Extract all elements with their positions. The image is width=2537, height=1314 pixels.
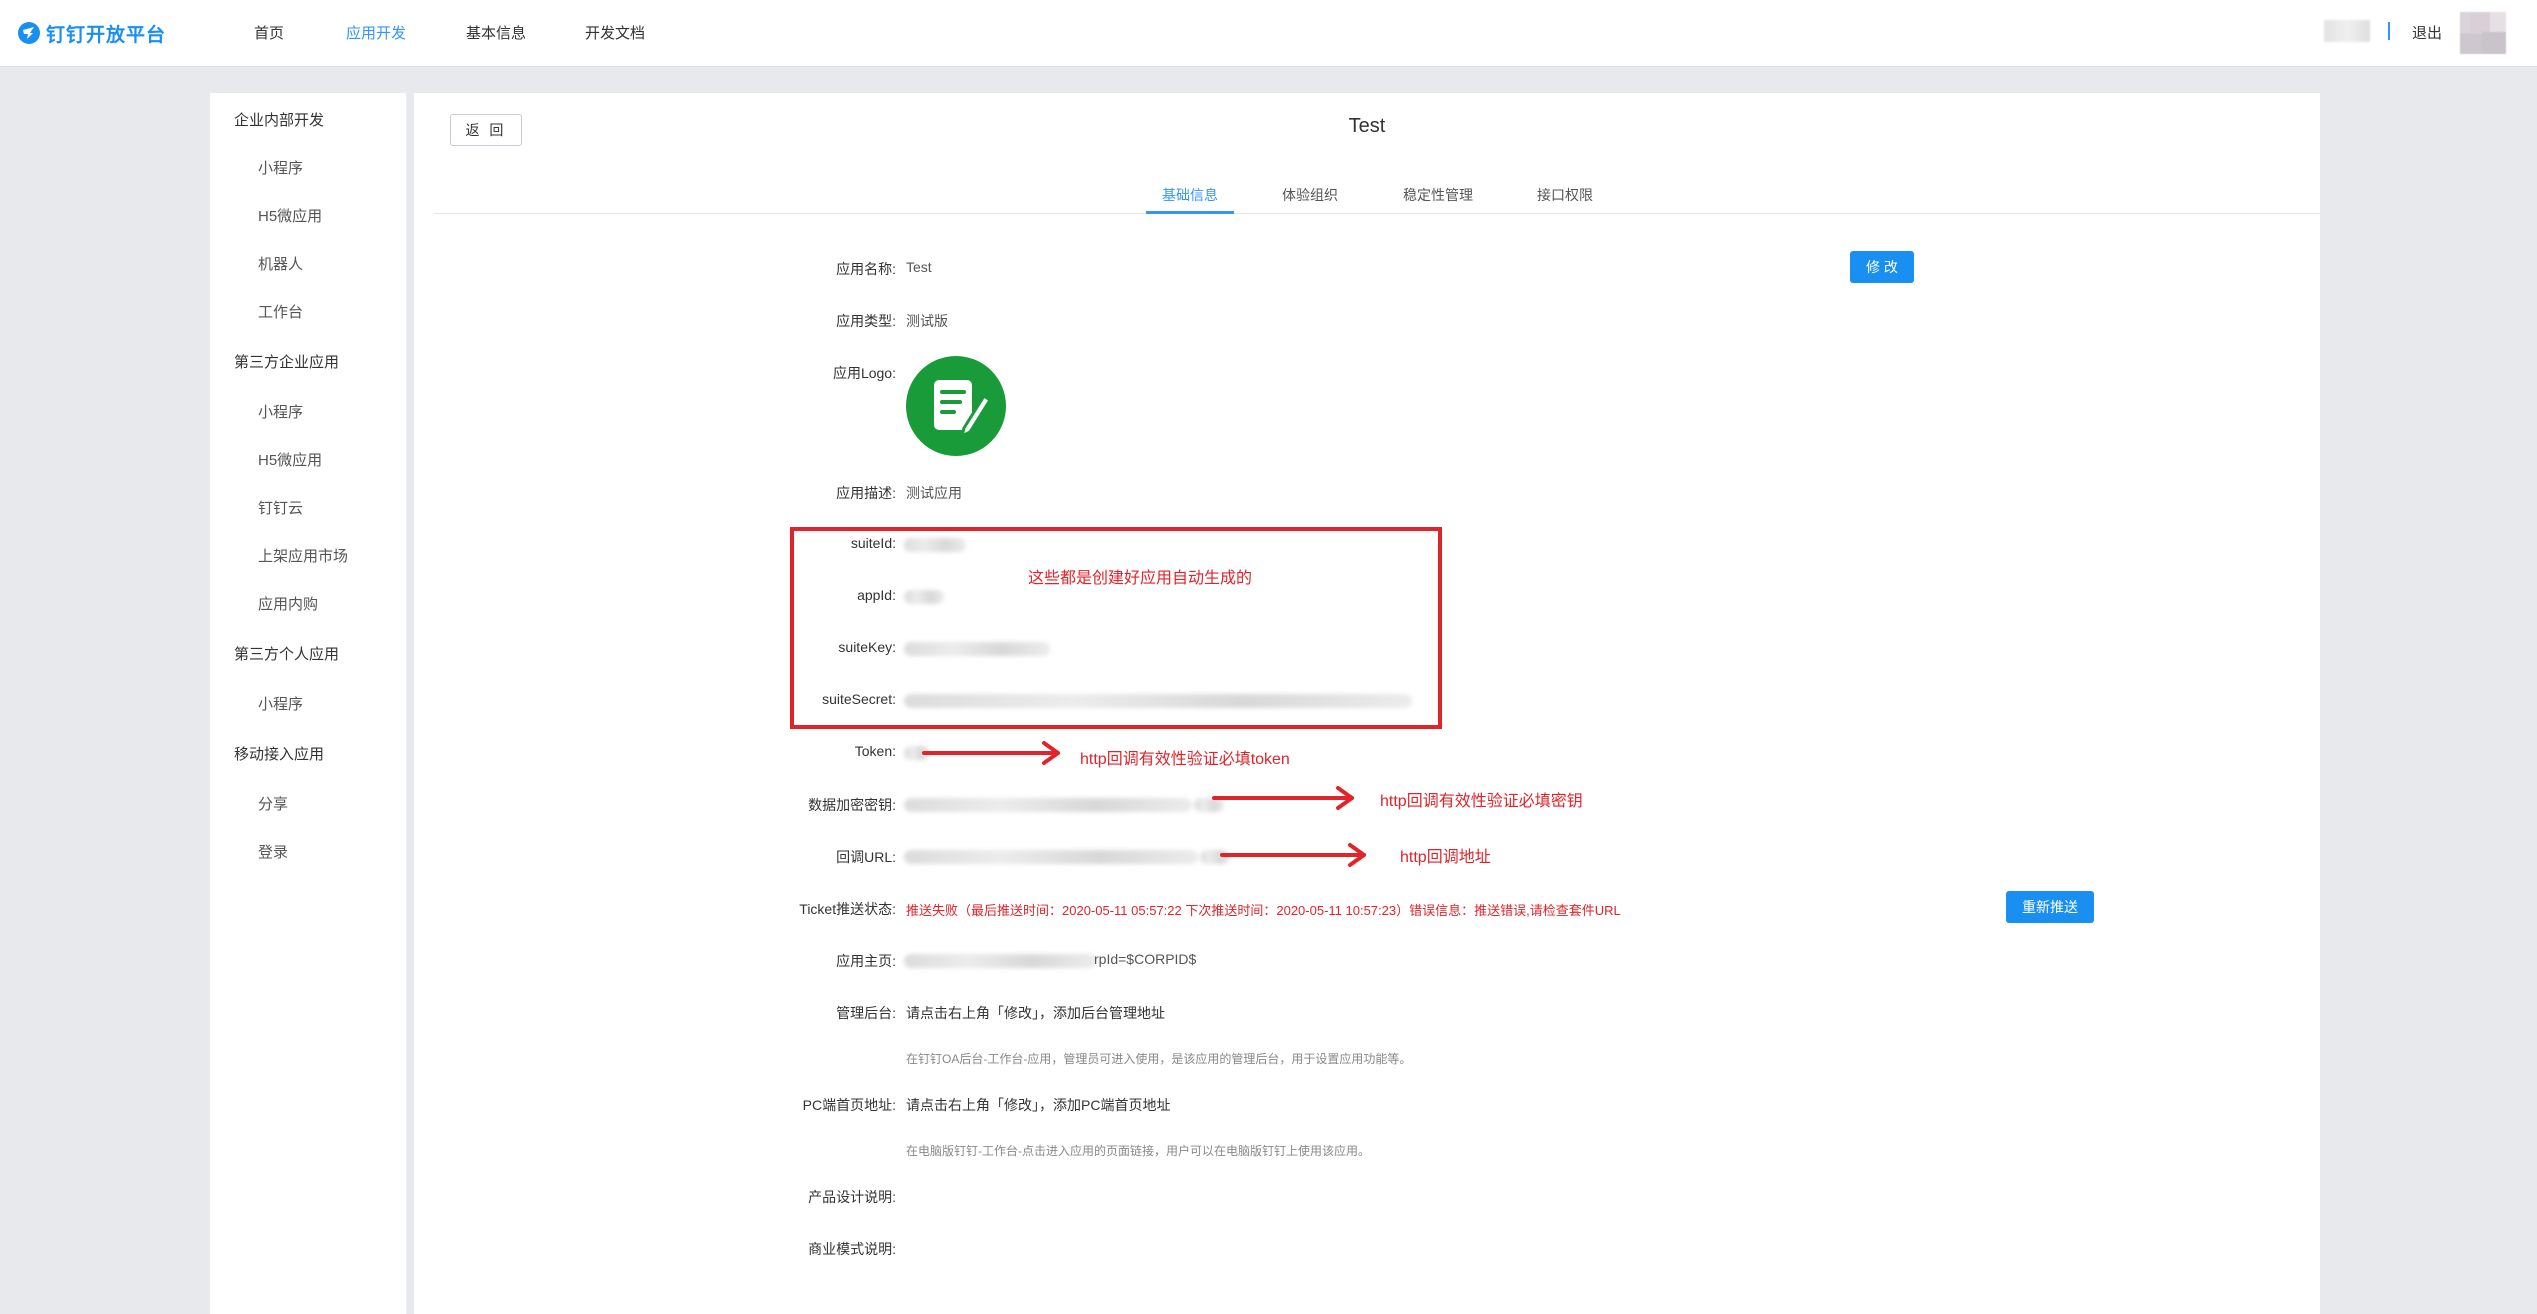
- nav-item-home[interactable]: 首页: [254, 22, 284, 43]
- red-arrow-icon: [922, 741, 1366, 867]
- sidebar-item-h5[interactable]: H5微应用: [258, 449, 322, 470]
- sidebar-item-h5[interactable]: H5微应用: [258, 205, 322, 226]
- sidebar-group-mobile-access[interactable]: 移动接入应用: [234, 743, 324, 764]
- nav-item-basic-info[interactable]: 基本信息: [466, 22, 526, 43]
- logout-link[interactable]: 退出: [2412, 22, 2442, 43]
- sidebar-item-mini-program[interactable]: 小程序: [258, 401, 303, 422]
- sidebar: 企业内部开发 小程序 H5微应用 机器人 工作台 第三方企业应用 小程序 H5微…: [210, 93, 407, 1314]
- nav-item-dev-docs[interactable]: 开发文档: [585, 22, 645, 43]
- sidebar-item-app-market[interactable]: 上架应用市场: [258, 545, 348, 566]
- sidebar-item-login[interactable]: 登录: [258, 841, 288, 862]
- sidebar-group-third-party-corp[interactable]: 第三方企业应用: [234, 351, 339, 372]
- sidebar-group-third-party-personal[interactable]: 第三方个人应用: [234, 643, 339, 664]
- sidebar-item-mini-program[interactable]: 小程序: [258, 157, 303, 178]
- divider: [2388, 22, 2390, 40]
- sidebar-group-internal[interactable]: 企业内部开发: [234, 109, 324, 130]
- sidebar-item-workbench[interactable]: 工作台: [258, 301, 303, 322]
- sidebar-item-in-app-purchase[interactable]: 应用内购: [258, 593, 318, 614]
- user-name-blurred[interactable]: [2324, 20, 2370, 42]
- sidebar-item-share[interactable]: 分享: [258, 793, 288, 814]
- sidebar-item-mini-program[interactable]: 小程序: [258, 693, 303, 714]
- main-panel: 返 回 Test 基础信息 体验组织 稳定性管理 接口权限 应用名称: Test…: [414, 93, 2320, 1314]
- top-navbar: 钉钉开放平台 首页 应用开发 基本信息 开发文档 退出: [0, 0, 2537, 67]
- dingtalk-logo-icon: [18, 22, 40, 44]
- brand-logo[interactable]: 钉钉开放平台: [18, 18, 166, 48]
- sidebar-item-robot[interactable]: 机器人: [258, 253, 303, 274]
- sidebar-item-dingtalk-cloud[interactable]: 钉钉云: [258, 497, 303, 518]
- avatar[interactable]: [2460, 12, 2506, 54]
- brand-name: 钉钉开放平台: [46, 24, 167, 46]
- nav-item-app-dev[interactable]: 应用开发: [346, 22, 406, 43]
